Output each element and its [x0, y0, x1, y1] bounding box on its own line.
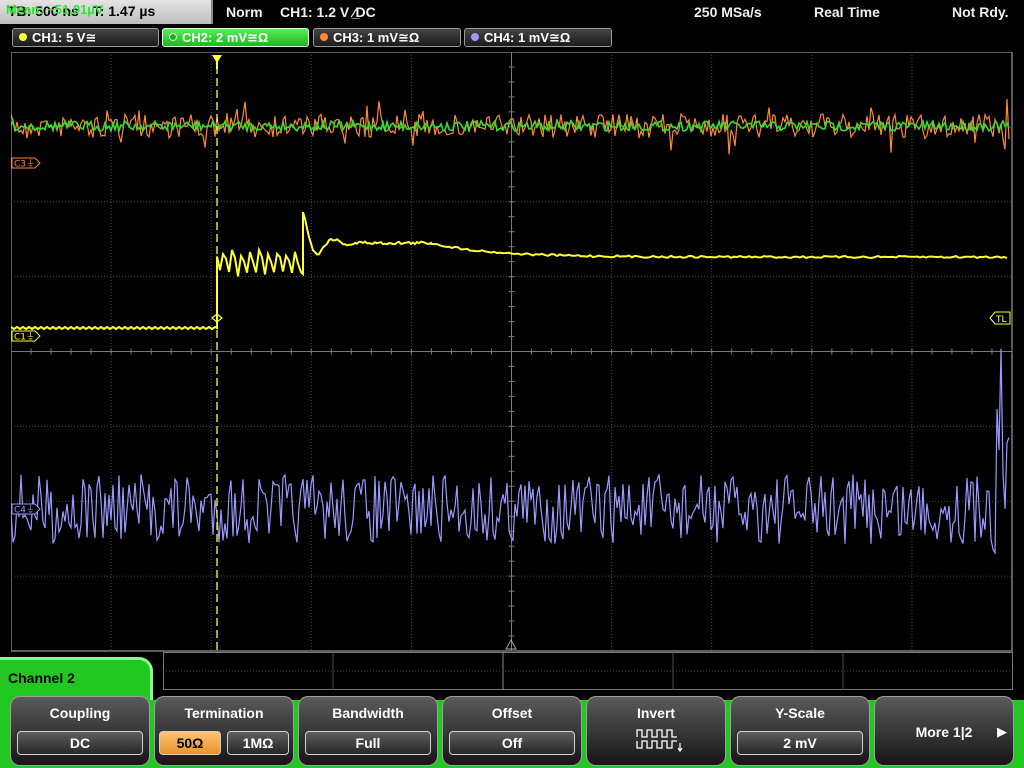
- ch4-color-dot: [471, 33, 479, 41]
- acquisition-mode[interactable]: Real Time: [814, 4, 880, 20]
- coupling-value[interactable]: DC: [17, 731, 143, 755]
- bandwidth-softkey[interactable]: Bandwidth Full: [298, 696, 438, 766]
- c1-marker-label: C1⏚: [14, 332, 35, 343]
- invert-softkey[interactable]: Invert: [586, 696, 726, 766]
- c4-marker-label: C4⏚: [14, 505, 35, 516]
- ch2-color-dot: [169, 33, 177, 41]
- chevron-right-icon: ▶: [997, 724, 1007, 739]
- more-label: More 1|2: [915, 724, 973, 740]
- c4-ground-marker[interactable]: C4⏚: [11, 503, 41, 516]
- bandwidth-value[interactable]: Full: [305, 731, 431, 755]
- menu-title: Channel 2: [0, 657, 153, 701]
- trigger-mode[interactable]: Norm: [226, 4, 263, 20]
- termination-50ohm-option[interactable]: 50Ω: [159, 731, 221, 755]
- status-bar: TB: 500 ns T: 1.47 µs Norm CH1: 1.2 V ⁄̲…: [0, 0, 1024, 24]
- bandwidth-label: Bandwidth: [332, 705, 404, 721]
- tab-ch2-label: CH2: 2 mV≅Ω: [182, 30, 269, 45]
- trigger-level-label: TL: [995, 315, 1007, 325]
- measurement-strip: [163, 652, 1013, 690]
- sample-rate: 250 MSa/s: [694, 4, 762, 20]
- acquisition-status: Not Rdy.: [952, 4, 1009, 20]
- tab-ch1[interactable]: CH1: 5 V≅: [12, 28, 159, 47]
- termination-1mohm-option[interactable]: 1MΩ: [227, 731, 289, 755]
- tab-ch1-label: CH1: 5 V≅: [32, 30, 97, 45]
- c1-ground-marker[interactable]: C1⏚: [11, 330, 41, 343]
- invert-label: Invert: [636, 705, 676, 721]
- tab-ch3[interactable]: CH3: 1 mV≅Ω: [313, 28, 461, 47]
- tab-ch4-label: CH4: 1 mV≅Ω: [484, 30, 571, 45]
- ch1-color-dot: [19, 33, 27, 41]
- tab-ch3-label: CH3: 1 mV≅Ω: [333, 30, 420, 45]
- c3-ground-marker[interactable]: C3⏚: [11, 157, 41, 170]
- termination-label: Termination: [184, 705, 264, 721]
- termination-softkey[interactable]: Termination 50Ω 1MΩ: [154, 696, 294, 766]
- coupling-label: Coupling: [49, 705, 111, 721]
- yscale-label: Y-Scale: [775, 705, 825, 721]
- yscale-softkey[interactable]: Y-Scale 2 mV: [730, 696, 870, 766]
- trigger-source[interactable]: CH1: 1.2 V ⁄̲DC: [280, 4, 376, 20]
- offset-softkey[interactable]: Offset Off: [442, 696, 582, 766]
- more-softkey[interactable]: More 1|2 ▶: [874, 696, 1014, 766]
- tab-ch4[interactable]: CH4: 1 mV≅Ω: [464, 28, 612, 47]
- offset-value[interactable]: Off: [449, 731, 575, 755]
- yscale-value[interactable]: 2 mV: [737, 731, 863, 755]
- coupling-softkey[interactable]: Coupling DC: [10, 696, 150, 766]
- tab-ch2[interactable]: CH2: 2 mV≅Ω: [162, 28, 309, 47]
- mean-measurement[interactable]: Mean: −51.01µV: [6, 2, 103, 17]
- invert-pulse-icon: [636, 729, 683, 753]
- c3-marker-label: C3⏚: [14, 159, 35, 170]
- offset-label: Offset: [491, 705, 533, 721]
- waveform-display[interactable]: C3⏚ C1⏚ C4⏚ TL: [11, 52, 1013, 652]
- ch3-color-dot: [320, 33, 328, 41]
